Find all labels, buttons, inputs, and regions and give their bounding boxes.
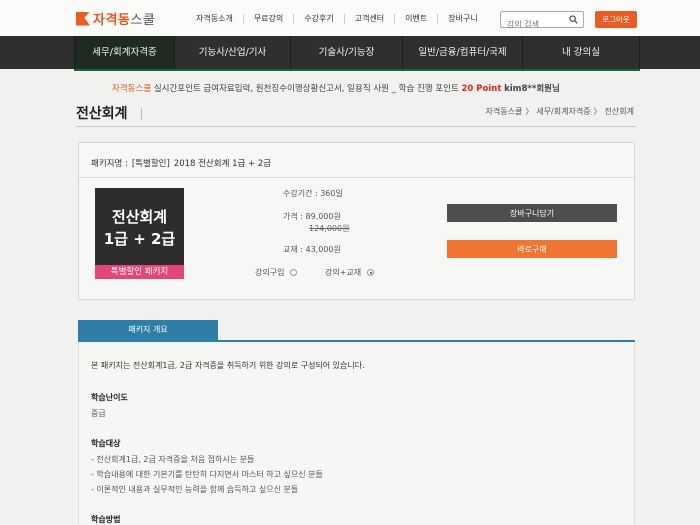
nav-underline <box>74 69 640 71</box>
logo-flag-icon <box>76 11 90 26</box>
method-heading: 학습방법 <box>91 515 121 524</box>
package-name-tag: [특별할인] <box>131 159 170 169</box>
main-nav: 세무/회계자격증 기능사/산업/기사 기술사/기능장 일반/금융/컴퓨터/국제 … <box>0 36 700 69</box>
topnav-about[interactable]: 자격동소개 <box>186 14 244 24</box>
tab-package-overview[interactable]: 패키지 개요 <box>78 320 218 340</box>
topnav-events[interactable]: 이벤트 <box>395 14 439 24</box>
mainnav-my-classroom[interactable]: 내 강의실 <box>522 36 640 69</box>
ticker-points: 20 Point <box>461 84 502 94</box>
difficulty-heading: 학습난이도 <box>91 393 128 402</box>
thumbnail-title-line2: 1급 + 2급 <box>103 230 176 248</box>
breadcrumb-category[interactable]: 세무/회계자격증 <box>536 106 590 117</box>
option-lecture-radio[interactable] <box>290 269 298 276</box>
package-price: 가격 : 89,000원 124,000원 <box>283 211 349 234</box>
target-item: - 이론적인 내용과 실무적인 능력을 함께 습득하고 싶으신 분들 <box>91 485 299 494</box>
topnav-reviews[interactable]: 수강후기 <box>294 14 345 24</box>
overview-content: 본 패키지는 전산회계1급, 2급 자격증을 취득하기 위한 강의로 구성되어 … <box>78 342 635 525</box>
logout-button[interactable]: 로그아웃 <box>595 11 637 28</box>
package-name-value: 2018 전산회계 1급 + 2급 <box>173 159 272 169</box>
package-name: 패키지명 : [특별할인] 2018 전산회계 1급 + 2급 <box>91 157 275 169</box>
ticker-user: kim8**회원님 <box>504 84 560 94</box>
breadcrumb-separator: 〉 <box>525 107 534 116</box>
mainnav-craftsman[interactable]: 기능사/산업/기사 <box>174 36 290 69</box>
package-original-price: 124,000원 <box>309 224 350 233</box>
title-divider <box>141 108 142 120</box>
topnav-cart[interactable]: 장바구니 <box>438 14 487 24</box>
page-title: 전산회계 <box>76 106 128 122</box>
topnav-free-lectures[interactable]: 무료강의 <box>244 14 295 24</box>
thumbnail-discount-tag: 특별할인 패키지 <box>95 265 184 279</box>
mainnav-tax-accounting[interactable]: 세무/회계자격증 <box>74 36 174 69</box>
search-input[interactable] <box>501 17 565 32</box>
package-name-label: 패키지명 : <box>91 159 128 169</box>
package-price-value: 가격 : 89,000원 <box>283 212 341 221</box>
option-lecture-book-label: 강의+교재 <box>325 268 362 277</box>
target-item: - 학습내용에 대한 기본기를 탄탄히 다지면서 마스터 하고 싶으신 분들 <box>91 470 323 479</box>
target-item: - 전산회계1급, 2급 자격증을 처음 접하시는 분들 <box>91 455 255 464</box>
ticker-text: 실시간포인트 급여자료입력, 원천징수이행상황신고서, 일용직 사원 _ 학습 … <box>153 84 459 94</box>
package-thumbnail: 전산회계 1급 + 2급 특별할인 패키지 <box>95 188 184 279</box>
logo-main-text: 자격동 <box>93 13 131 28</box>
logo-sub-text: 스쿨 <box>130 13 156 28</box>
option-lecture-book[interactable]: 강의+교재 <box>325 267 375 278</box>
option-lecture-book-radio[interactable] <box>367 269 375 276</box>
package-divider <box>79 177 634 178</box>
breadcrumb: 자격동스쿨 〉 세무/회계자격증 〉 전산회계 <box>483 106 634 117</box>
breadcrumb-separator: 〉 <box>593 107 602 116</box>
title-rule <box>76 126 636 127</box>
search-box <box>500 11 584 32</box>
overview-intro: 본 패키지는 전산회계1급, 2급 자격증을 취득하기 위한 강의로 구성되어 … <box>91 361 365 370</box>
mainnav-engineer[interactable]: 기술사/기능장 <box>290 36 402 69</box>
search-icon[interactable] <box>569 15 578 24</box>
target-heading: 학습대상 <box>91 439 121 448</box>
option-lecture-label: 강의구입 <box>255 268 285 277</box>
package-box: 패키지명 : [특별할인] 2018 전산회계 1급 + 2급 전산회계 1급 … <box>78 142 635 300</box>
buy-now-button[interactable]: 바로구매 <box>447 240 617 258</box>
mainnav-general[interactable]: 일반/금융/컴퓨터/국제 <box>402 36 522 69</box>
ticker-brand: 자격동스쿨 <box>112 84 152 94</box>
difficulty-value: 중급 <box>91 409 106 418</box>
breadcrumb-home[interactable]: 자격동스쿨 <box>486 106 523 117</box>
option-lecture[interactable]: 강의구입 <box>255 267 298 278</box>
top-nav: 자격동소개 무료강의 수강후기 고객센터 이벤트 장바구니 <box>186 14 488 24</box>
points-ticker: 자격동스쿨 실시간포인트 급여자료입력, 원천징수이행상황신고서, 일용직 사원… <box>112 82 560 94</box>
site-logo[interactable]: 자격동스쿨 <box>76 9 155 28</box>
topnav-support[interactable]: 고객센터 <box>345 14 396 24</box>
package-period: 수강기간 : 360일 <box>283 189 343 198</box>
breadcrumb-current: 전산회계 <box>604 107 634 116</box>
add-to-cart-button[interactable]: 장바구니담기 <box>447 204 617 222</box>
top-bar: 자격동스쿨 자격동소개 무료강의 수강후기 고객센터 이벤트 장바구니 로그아웃 <box>0 0 700 36</box>
package-textbook-price: 교재 : 43,000원 <box>283 245 341 254</box>
thumbnail-title-line1: 전산회계 <box>111 208 168 226</box>
